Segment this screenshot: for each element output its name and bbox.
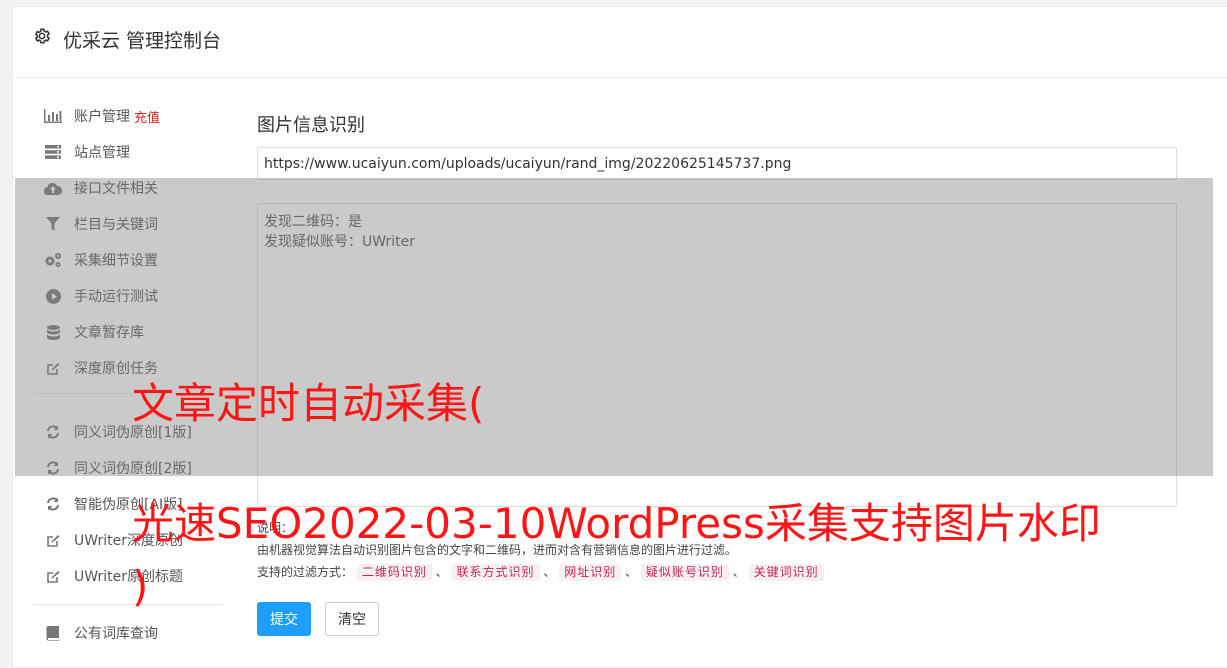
overlay-title-line: 光速SEO2022-03-10WordPress采集支持图片水印 <box>132 499 1101 548</box>
recharge-link[interactable]: 充值 <box>134 107 160 126</box>
server-icon <box>43 143 63 161</box>
overlay-title-line: 文章定时自动采集( <box>132 379 485 428</box>
filter-tag: 二维码识别 <box>356 564 432 581</box>
sidebar-item-label: 账户管理 <box>74 109 130 125</box>
bar-chart-icon <box>43 107 63 125</box>
filter-separator: 、 <box>543 565 556 579</box>
edit-icon <box>43 531 63 549</box>
sidebar-divider <box>33 604 223 605</box>
submit-button[interactable]: 提交 <box>257 602 311 636</box>
filter-methods: 支持的过滤方式： 二维码识别 、 联系方式识别 、 网址识别 、 疑似账号识别 … <box>257 561 824 583</box>
filter-separator: 、 <box>435 565 448 579</box>
clear-button[interactable]: 清空 <box>325 602 379 636</box>
filter-label: 支持的过滤方式： <box>257 565 354 579</box>
filter-tag: 网址识别 <box>559 564 622 581</box>
gear-icon <box>33 27 51 45</box>
filter-separator: 、 <box>625 565 638 579</box>
overlay-title-line: ) <box>132 562 149 611</box>
filter-tag: 关键词识别 <box>748 564 824 581</box>
sidebar-item-account[interactable]: 账户管理 充值 <box>33 101 223 131</box>
edit-icon <box>43 567 63 585</box>
filter-tag: 联系方式识别 <box>451 564 540 581</box>
refresh-icon <box>43 495 63 513</box>
sidebar-item-uwriter-title[interactable]: UWriter原创标题 <box>33 561 223 591</box>
page-title: 优采云 管理控制台 <box>63 30 222 52</box>
sidebar-item-public-dictionary[interactable]: 公有词库查询 <box>33 618 223 648</box>
filter-separator: 、 <box>732 565 745 579</box>
sidebar-item-sites[interactable]: 站点管理 <box>33 137 223 167</box>
image-url-input[interactable] <box>257 147 1177 180</box>
watermark-overlay <box>15 178 1213 476</box>
sidebar-item-label: UWriter原创标题 <box>74 569 183 585</box>
section-title: 图片信息识别 <box>257 115 365 136</box>
sidebar-item-label: 站点管理 <box>74 145 130 161</box>
page-header: 优采云 管理控制台 <box>13 7 1227 78</box>
book-icon <box>43 624 63 642</box>
filter-tag: 疑似账号识别 <box>640 564 729 581</box>
sidebar-item-label: 公有词库查询 <box>74 626 158 642</box>
